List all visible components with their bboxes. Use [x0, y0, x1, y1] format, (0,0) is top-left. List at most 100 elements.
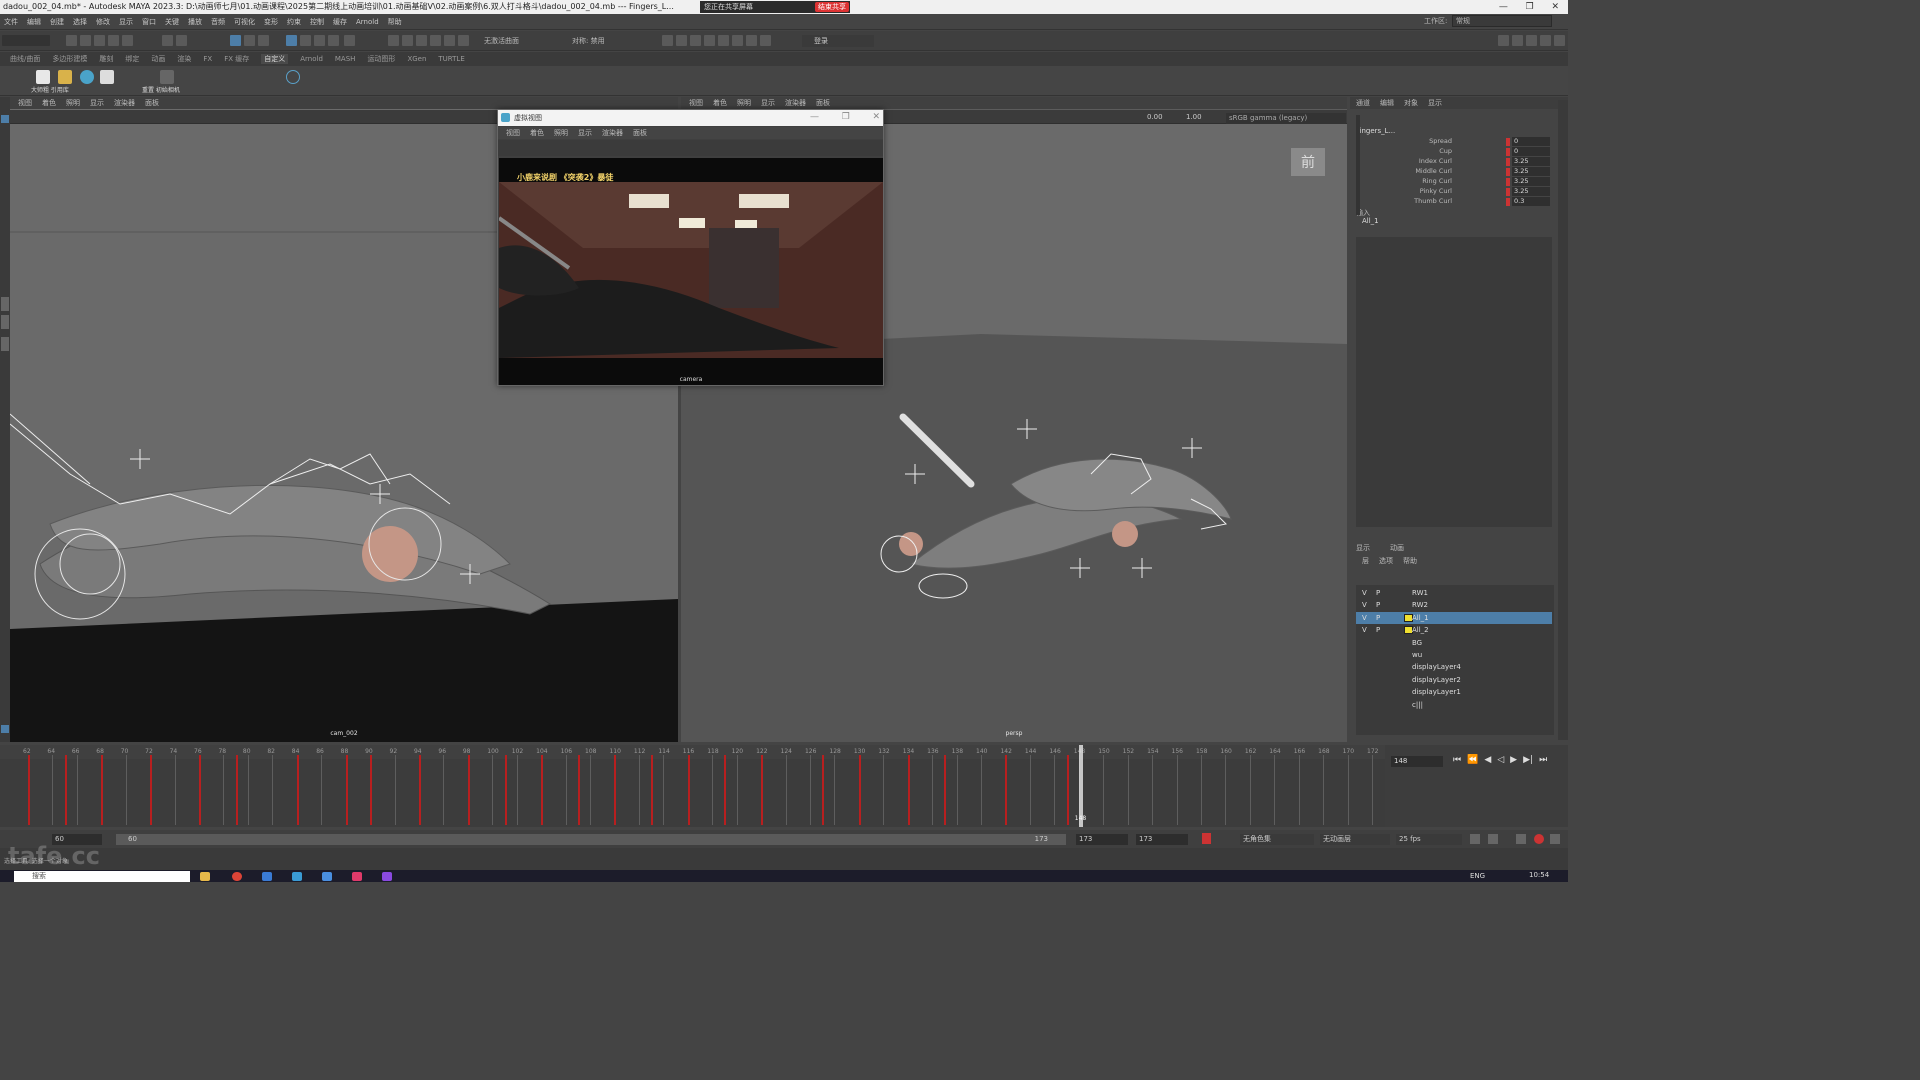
- reference-library-icon[interactable]: [36, 70, 50, 84]
- vp-menu-lighting[interactable]: 照明: [66, 98, 80, 108]
- channel-box-icon[interactable]: [1540, 35, 1551, 46]
- camera-maximize-button[interactable]: ❐: [842, 112, 850, 122]
- keyframe-marker[interactable]: [418, 755, 421, 825]
- cam-menu-renderer[interactable]: 渲染器: [602, 128, 623, 138]
- panel-layout-icon-4[interactable]: [704, 35, 715, 46]
- current-frame-field[interactable]: 148: [1391, 756, 1443, 767]
- menu-edit[interactable]: 编辑: [27, 17, 41, 27]
- mask-icon-2[interactable]: [258, 35, 269, 46]
- panel-layout-icon-6[interactable]: [732, 35, 743, 46]
- close-button[interactable]: ✕: [1552, 0, 1560, 14]
- end-time-field[interactable]: 173: [1076, 834, 1128, 845]
- keyframe-marker[interactable]: [822, 755, 825, 825]
- clock[interactable]: 10:54: [1529, 871, 1549, 879]
- panel-layout-icon-2[interactable]: [676, 35, 687, 46]
- symmetry-dropdown[interactable]: 对称: 禁用: [572, 36, 605, 46]
- keyframe-marker[interactable]: [614, 755, 617, 825]
- layer-row[interactable]: displayLayer1: [1356, 686, 1552, 698]
- cb-tab-object[interactable]: 对象: [1404, 98, 1418, 108]
- menu-audio[interactable]: 音频: [211, 17, 225, 27]
- go-to-end-icon[interactable]: ⏭: [1539, 755, 1547, 765]
- outliner-icon[interactable]: [1554, 35, 1565, 46]
- layer-playback-toggle[interactable]: P: [1376, 587, 1380, 599]
- layer-playback-toggle[interactable]: P: [1376, 599, 1380, 611]
- camera-view-window[interactable]: 虚拟视图 — ❐ ✕ 视图 着色 照明 显示 渲染器 面板 小鹿来说剧 《突袭2…: [497, 109, 884, 386]
- keyframe-marker[interactable]: [651, 755, 654, 825]
- cam-menu-shading[interactable]: 着色: [530, 128, 544, 138]
- pause-icon[interactable]: [760, 35, 771, 46]
- anim-layer-dropdown[interactable]: 无动画层: [1320, 834, 1390, 845]
- cache-icon[interactable]: [1488, 834, 1498, 844]
- exposure-value[interactable]: 0.00: [1147, 113, 1163, 121]
- attr-row[interactable]: Index Curl 3.25: [1350, 157, 1550, 167]
- panel-layout-icon-5[interactable]: [718, 35, 729, 46]
- keyframe-marker[interactable]: [1005, 755, 1008, 825]
- layout-single-icon[interactable]: [1, 297, 9, 311]
- select-hierarchy-icon[interactable]: [162, 35, 173, 46]
- ipr-render-icon[interactable]: [416, 35, 427, 46]
- vp-right-menu-view[interactable]: 视图: [689, 98, 703, 108]
- auto-key-icon[interactable]: [1202, 833, 1211, 844]
- keyframe-marker[interactable]: [64, 755, 67, 825]
- file-explorer-icon[interactable]: [200, 872, 210, 881]
- shelf-tab-curves[interactable]: 曲线/曲面: [10, 54, 40, 64]
- save-scene-icon[interactable]: [94, 35, 105, 46]
- range-slider[interactable]: 60 173: [116, 834, 1066, 845]
- lock-icon[interactable]: [344, 35, 355, 46]
- snap-view-icon[interactable]: [328, 35, 339, 46]
- layer-row[interactable]: displayLayer2: [1356, 674, 1552, 686]
- app-icon-4[interactable]: [382, 872, 392, 881]
- shelf-tab-arnold[interactable]: Arnold: [300, 55, 323, 63]
- keyframe-marker[interactable]: [541, 755, 544, 825]
- menu-create[interactable]: 创建: [50, 17, 64, 27]
- layer-row[interactable]: c|||: [1356, 699, 1552, 711]
- step-back-key-icon[interactable]: ⏪: [1467, 755, 1478, 765]
- chrome-icon[interactable]: [232, 872, 242, 881]
- vp-right-menu-shading[interactable]: 着色: [713, 98, 727, 108]
- shelf-tab-motion-graphics[interactable]: 运动图形: [367, 54, 395, 64]
- select-object-icon[interactable]: [176, 35, 187, 46]
- vp-menu-view[interactable]: 视图: [18, 98, 32, 108]
- layer-row[interactable]: V P All_1: [1356, 611, 1552, 624]
- menu-visualize[interactable]: 可视化: [234, 17, 255, 27]
- record-icon[interactable]: [1534, 834, 1544, 844]
- snap-point-icon[interactable]: [314, 35, 325, 46]
- keyframe-marker[interactable]: [1066, 755, 1069, 825]
- input-node[interactable]: All_1: [1362, 217, 1379, 225]
- shelf-tab-fx-caching[interactable]: FX 缓存: [224, 54, 249, 64]
- attr-row[interactable]: Thumb Curl 0.3: [1350, 197, 1550, 207]
- snap-curve-icon[interactable]: [300, 35, 311, 46]
- layer-row[interactable]: V P RW1: [1356, 587, 1552, 599]
- vp-menu-panels[interactable]: 面板: [145, 98, 159, 108]
- layer-row[interactable]: V P All_2: [1356, 624, 1552, 636]
- attr-row[interactable]: Pinky Curl 3.25: [1350, 187, 1550, 197]
- attr-row[interactable]: Spread 0: [1350, 137, 1550, 147]
- layer-row[interactable]: wu: [1356, 649, 1552, 661]
- layer-row[interactable]: displayLayer4: [1356, 661, 1552, 673]
- tool-settings-icon[interactable]: [1526, 35, 1537, 46]
- go-to-start-icon[interactable]: ⏮: [1453, 755, 1461, 765]
- vp-right-menu-lighting[interactable]: 照明: [737, 98, 751, 108]
- keyframe-marker[interactable]: [370, 755, 373, 825]
- attr-value[interactable]: 0.3: [1512, 197, 1550, 206]
- layer-visibility-toggle[interactable]: V: [1362, 612, 1367, 624]
- mask-icon[interactable]: [244, 35, 255, 46]
- cam-menu-view[interactable]: 视图: [506, 128, 520, 138]
- layout-four-icon[interactable]: [1, 315, 9, 329]
- reset-camera-icon[interactable]: [160, 70, 174, 84]
- cam-menu-show[interactable]: 显示: [578, 128, 592, 138]
- menu-select[interactable]: 选择: [73, 17, 87, 27]
- time-slider[interactable]: 62 64 66 68 70 72 74 76 78 80 82 84 86 88 90 92 94 96 98 10…: [0, 745, 1385, 827]
- keyframe-marker[interactable]: [944, 755, 947, 825]
- keyframe-marker[interactable]: [150, 755, 153, 825]
- maximize-button[interactable]: ❐: [1526, 0, 1534, 14]
- attr-value[interactable]: 3.25: [1512, 187, 1550, 196]
- vp-menu-show[interactable]: 显示: [90, 98, 104, 108]
- shelf-tab-rendering[interactable]: 渲染: [177, 54, 191, 64]
- app-icon-2[interactable]: [322, 872, 332, 881]
- menu-help[interactable]: 帮助: [388, 17, 402, 27]
- cube-icon[interactable]: [100, 70, 114, 84]
- menu-constrain[interactable]: 约束: [287, 17, 301, 27]
- layer-tab-display[interactable]: 显示: [1356, 543, 1370, 553]
- layer-visibility-toggle[interactable]: V: [1362, 599, 1367, 611]
